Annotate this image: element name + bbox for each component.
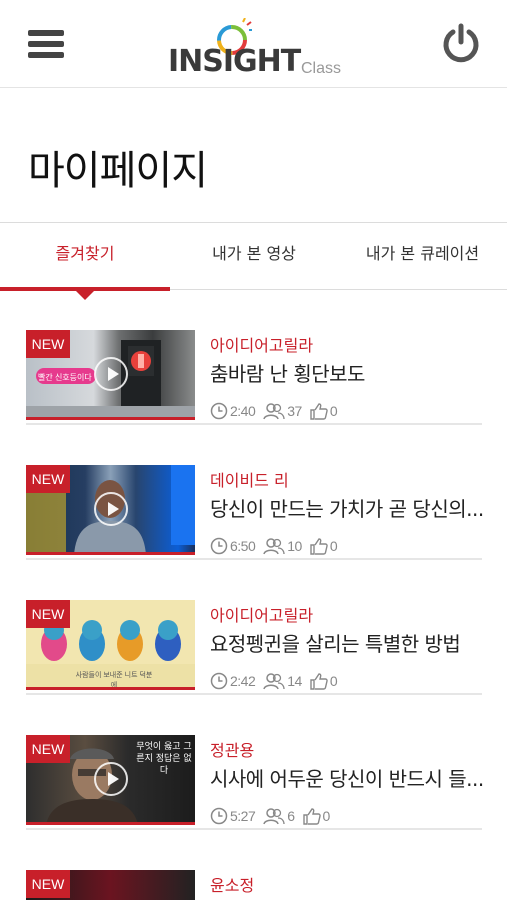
list-item[interactable]: 사람들이 보내준 니트 덕분에 NEW 아이디어고릴라 요정펭귄을 살리는 특별…: [26, 560, 482, 695]
duration: 2:42: [230, 673, 256, 689]
like-count: 0: [329, 673, 338, 689]
list-item[interactable]: NEW 윤소정: [26, 830, 482, 900]
list-item[interactable]: 빨간 신호등이다 NEW 아이디어고릴라 춤바람 난 횡단보도 2:40 37 …: [26, 290, 482, 425]
app-header: INSIGHT Class: [0, 0, 507, 88]
video-thumbnail[interactable]: NEW: [26, 870, 195, 900]
video-thumbnail[interactable]: 사람들이 보내준 니트 덕분에 NEW: [26, 600, 195, 690]
clock-icon: [210, 807, 228, 825]
new-badge: NEW: [26, 600, 70, 628]
video-thumbnail[interactable]: 무엇이 옳고 그른지 정답은 없다 NEW: [26, 735, 195, 825]
video-thumbnail[interactable]: 빨간 신호등이다 NEW: [26, 330, 195, 420]
viewers-icon: [263, 808, 285, 825]
insight-class-logo[interactable]: INSIGHT Class: [168, 8, 348, 79]
like-count: 0: [329, 538, 338, 554]
item-author[interactable]: 윤소정: [210, 872, 254, 896]
duration: 6:50: [230, 538, 256, 554]
list-item[interactable]: NEW 데이비드 리 당신이 만드는 가치가 곧 당신의... 6:50 10 …: [26, 425, 484, 560]
video-thumbnail[interactable]: NEW: [26, 465, 195, 555]
play-icon[interactable]: [94, 492, 128, 526]
item-author[interactable]: 아이디어고릴라: [210, 602, 313, 626]
item-meta: 2:42 14 0: [210, 670, 345, 692]
clock-icon: [210, 402, 228, 420]
clock-icon: [210, 672, 228, 690]
progress-bar: [26, 552, 195, 555]
like-count: 0: [329, 403, 338, 419]
item-meta: 5:27 6 0: [210, 805, 338, 827]
view-count: 14: [287, 673, 302, 689]
power-icon[interactable]: [440, 22, 482, 64]
view-count: 10: [287, 538, 302, 554]
new-badge: NEW: [26, 870, 70, 898]
item-author[interactable]: 아이디어고릴라: [210, 332, 313, 356]
clock-icon: [210, 537, 228, 555]
duration: 2:40: [230, 403, 256, 419]
item-author[interactable]: 데이비드 리: [210, 467, 289, 491]
item-title[interactable]: 시사에 어두운 당신이 반드시 들...: [210, 763, 486, 792]
new-badge: NEW: [26, 330, 70, 358]
thumbs-up-icon[interactable]: [302, 807, 321, 825]
duration: 5:27: [230, 808, 256, 824]
thumbs-up-icon[interactable]: [310, 672, 328, 690]
view-count: 6: [287, 808, 295, 824]
thumbnail-caption: 무엇이 옳고 그른지 정답은 없다: [136, 742, 192, 776]
item-meta: 6:50 10 0: [210, 535, 345, 557]
thumbs-up-icon[interactable]: [310, 537, 328, 555]
play-icon[interactable]: [94, 762, 128, 796]
view-count: 37: [287, 403, 302, 419]
like-count: 0: [322, 808, 331, 824]
viewers-icon: [263, 538, 285, 555]
progress-bar: [26, 822, 195, 825]
item-title[interactable]: 춤바람 난 횡단보도: [210, 358, 486, 387]
item-title[interactable]: 요정펭귄을 살리는 특별한 방법: [210, 628, 486, 657]
tab-watched-videos[interactable]: 내가 본 영상: [170, 223, 338, 289]
play-icon[interactable]: [94, 357, 128, 391]
item-meta: 2:40 37 0: [210, 400, 345, 422]
progress-bar: [26, 417, 195, 420]
list-item[interactable]: 무엇이 옳고 그른지 정답은 없다 NEW 정관용 시사에 어두운 당신이 반드…: [26, 695, 484, 830]
viewers-icon: [263, 403, 285, 420]
item-title[interactable]: 당신이 만드는 가치가 곧 당신의...: [210, 493, 486, 522]
progress-bar: [26, 687, 195, 690]
logo-text: INSIGHT: [168, 44, 301, 79]
viewers-icon: [263, 673, 285, 690]
new-badge: NEW: [26, 735, 70, 763]
hamburger-menu-icon[interactable]: [28, 30, 64, 60]
page-title: 마이페이지: [28, 148, 208, 194]
thumbs-up-icon[interactable]: [310, 402, 328, 420]
tab-bar: 즐겨찾기 내가 본 영상 내가 본 큐레이션: [0, 222, 507, 300]
tab-favorites[interactable]: 즐겨찾기: [0, 223, 170, 289]
tab-watched-curations[interactable]: 내가 본 큐레이션: [338, 223, 507, 289]
item-author[interactable]: 정관용: [210, 737, 254, 761]
logo-subtext: Class: [301, 60, 342, 77]
new-badge: NEW: [26, 465, 70, 493]
thumbnail-caption: 빨간 신호등이다: [38, 373, 92, 382]
